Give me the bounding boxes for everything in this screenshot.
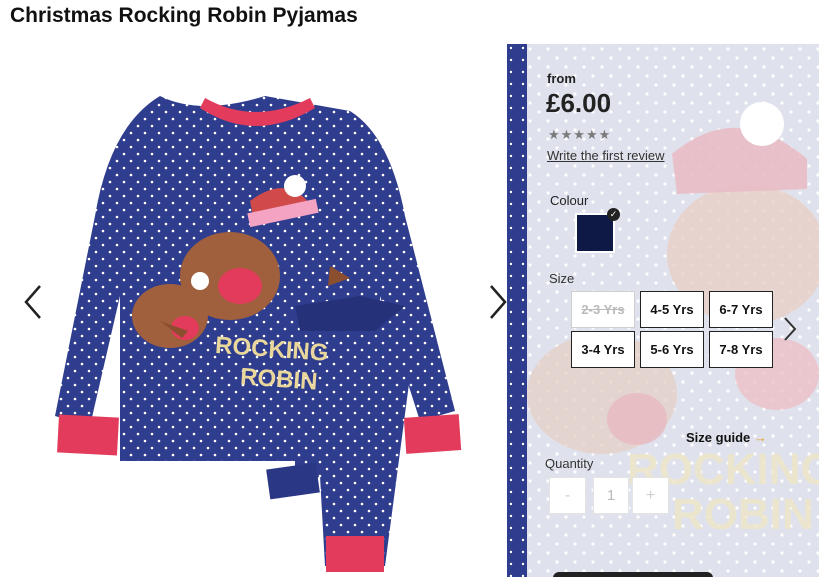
quantity-label: Quantity: [545, 456, 594, 471]
image-text-robin: ROBIN: [239, 363, 318, 395]
price-from-label: from: [547, 71, 576, 86]
product-info-panel: ROCKING ROBIN from £6.00 ★★★★★ Write the…: [507, 44, 819, 577]
size-option[interactable]: 2-3 Yrs: [571, 291, 635, 328]
colour-label: Colour: [550, 193, 589, 208]
write-review-link[interactable]: Write the first review: [547, 148, 665, 163]
size-next-button[interactable]: [779, 314, 801, 344]
rating-stars: ★★★★★: [548, 127, 612, 142]
size-option[interactable]: 7-8 Yrs: [709, 331, 773, 368]
chevron-left-icon: [24, 285, 41, 319]
product-price: £6.00: [546, 88, 612, 118]
quantity-input[interactable]: 1: [593, 477, 629, 514]
product-title: Christmas Rocking Robin Pyjamas: [10, 4, 358, 27]
colour-swatch-navy[interactable]: ✓: [575, 208, 620, 253]
size-option[interactable]: 6-7 Yrs: [709, 291, 773, 328]
arrow-right-icon: →: [753, 430, 767, 445]
gallery-prev-button[interactable]: [20, 282, 48, 322]
size-guide-label: Size guide: [686, 430, 751, 445]
size-option[interactable]: 4-5 Yrs: [640, 291, 704, 328]
product-gallery: ROCKING ROBIN: [0, 44, 516, 577]
size-guide-link[interactable]: Size guide →: [686, 430, 767, 445]
quantity-decrease-button[interactable]: -: [549, 477, 586, 514]
size-option[interactable]: 3-4 Yrs: [571, 331, 635, 368]
size-label: Size: [549, 271, 575, 286]
add-to-basket-button[interactable]: [553, 572, 713, 577]
size-option[interactable]: 5-6 Yrs: [640, 331, 704, 368]
product-image: ROCKING ROBIN: [55, 96, 462, 572]
check-icon: ✓: [607, 208, 620, 221]
chevron-right-icon: [784, 317, 797, 341]
quantity-increase-button[interactable]: +: [632, 477, 669, 514]
